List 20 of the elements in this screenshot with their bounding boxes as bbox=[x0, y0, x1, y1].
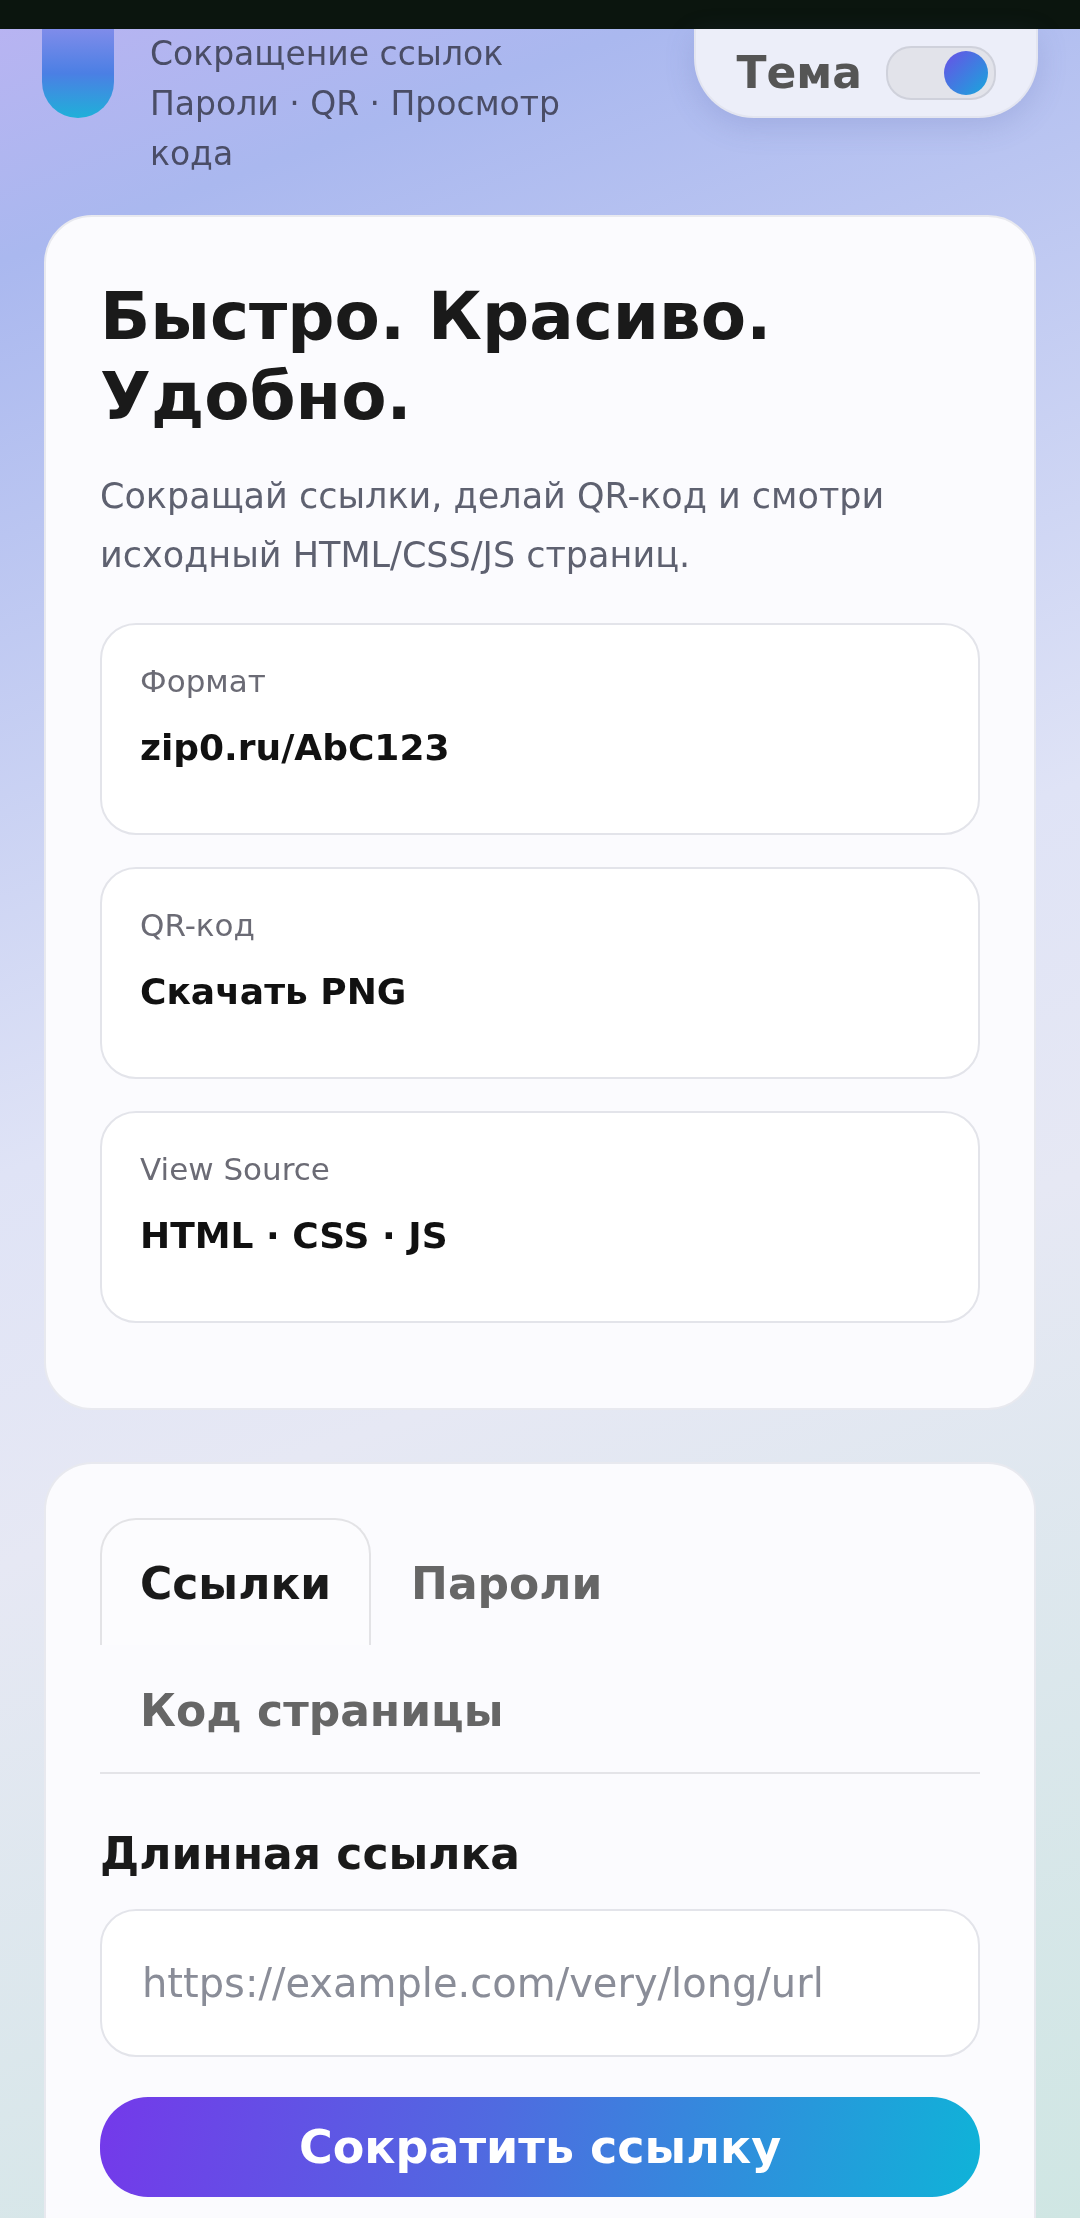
hero-description: Сокращай ссылки, делай QR-код и смотри исходный HTML/CSS/JS страниц. bbox=[100, 475, 886, 577]
theme-toggle[interactable]: Тема bbox=[694, 29, 1038, 118]
tab[interactable]: Код страницы bbox=[100, 1645, 544, 1772]
hero-title: Быстро. Красиво. Удобно. bbox=[100, 277, 773, 437]
url-input-field[interactable]: https://example.com/very/long/url bbox=[100, 1909, 980, 2057]
feature-value: Скачать PNG bbox=[140, 971, 408, 1012]
shorten-button[interactable]: Сократить ссылку bbox=[100, 2097, 980, 2197]
tagline: Сокращение ссылок bbox=[150, 33, 505, 75]
feature-label: QR-код bbox=[140, 907, 256, 943]
logo-icon bbox=[42, 29, 114, 118]
theme-switch[interactable] bbox=[886, 45, 996, 100]
tab[interactable]: Пароли bbox=[371, 1518, 643, 1645]
theme-label: Тема bbox=[736, 47, 862, 98]
tab[interactable]: Ссылки bbox=[100, 1518, 372, 1645]
feature-label: View Source bbox=[140, 1151, 331, 1187]
feature-value: zip0.ru/AbC123 bbox=[140, 727, 451, 768]
feature-label: Формат bbox=[140, 663, 267, 699]
tagline: Пароли · QR · Просмотр кода bbox=[150, 83, 561, 175]
field-label: Длинная ссылка bbox=[100, 1828, 522, 1879]
feature-value: HTML · CSS · JS bbox=[140, 1215, 449, 1256]
